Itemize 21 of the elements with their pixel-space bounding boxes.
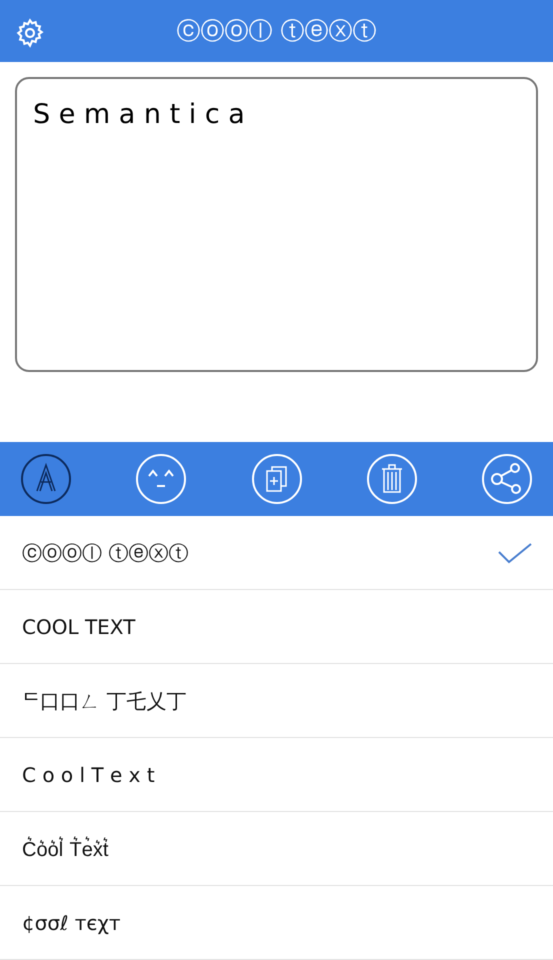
trash-icon <box>366 453 418 506</box>
share-icon <box>481 453 533 506</box>
face-icon <box>135 453 188 506</box>
settings-icon[interactable] <box>14 17 46 49</box>
style-label: ¢σσℓ тєχт <box>22 910 121 936</box>
app-title: ⓒⓞⓞⓛ ⓣⓔⓧⓣ <box>176 16 376 47</box>
style-row[interactable]: ⓒⓞⓞⓛ ⓣⓔⓧⓣ <box>0 516 553 590</box>
text-input-field[interactable]: S e m a n t i c a <box>15 76 538 372</box>
style-label: COOL TEXT <box>22 614 136 640</box>
style-label: ⓒⓞⓞⓛ ⓣⓔⓧⓣ <box>22 540 188 566</box>
letter-icon <box>20 453 72 506</box>
style-label: C o o l T e x t <box>22 762 155 788</box>
style-row[interactable]: C͛o͛o͛l͛ T͛e͛x͛t͛ <box>0 812 553 886</box>
toolbar-button[interactable] <box>20 453 72 506</box>
style-row[interactable]: ¢σσℓ тєχт <box>0 886 553 960</box>
style-row[interactable]: C o o l T e x t <box>0 738 553 812</box>
style-label: ᄃ口口ㄥ 丁乇乂丁 <box>22 688 186 714</box>
style-row[interactable]: ᄃ口口ㄥ 丁乇乂丁 <box>0 664 553 738</box>
style-label: C͛o͛o͛l͛ T͛e͛x͛t͛ <box>22 836 108 862</box>
add-page-icon <box>250 453 302 506</box>
style-row[interactable]: COOL TEXT <box>0 590 553 664</box>
